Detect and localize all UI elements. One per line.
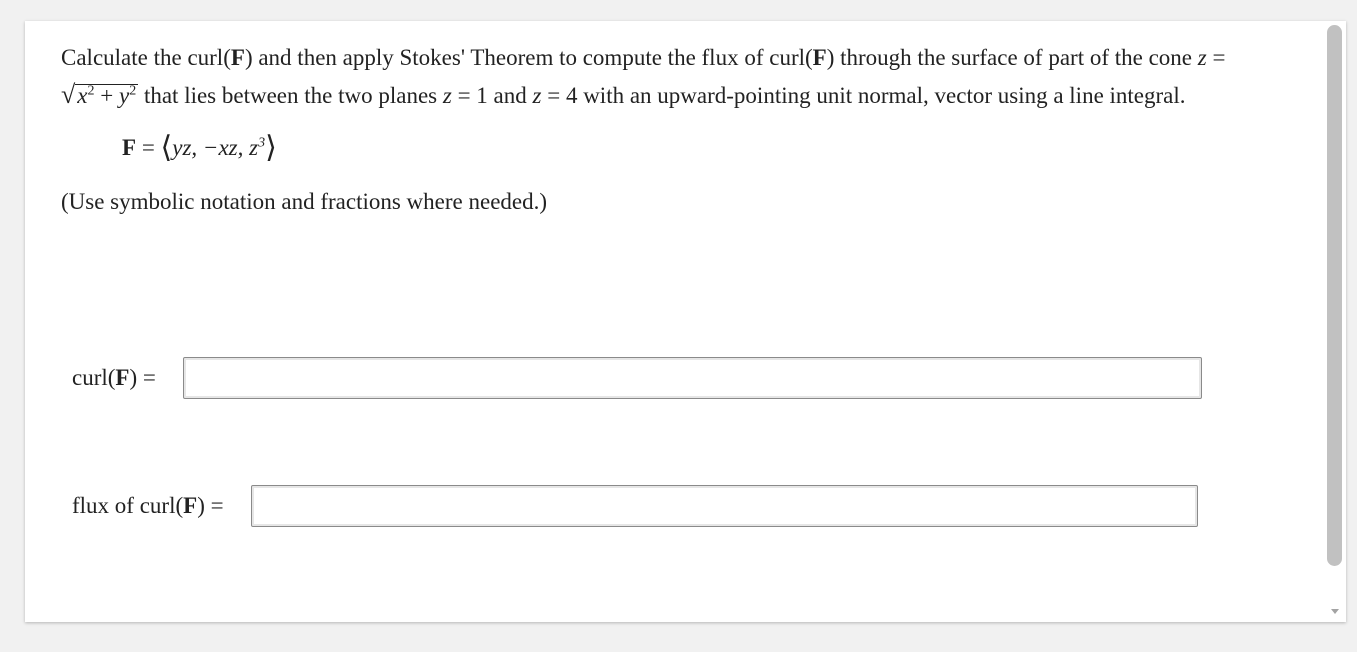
curl-label: curl(F) =: [72, 365, 156, 390]
flux-input[interactable]: [250, 485, 1198, 527]
flux-label: flux of curl(F) =: [72, 493, 224, 518]
curl-answer-row: curl(F) =: [72, 357, 1202, 399]
chevron-down-icon[interactable]: [1331, 609, 1339, 614]
scrollbar-thumb[interactable]: [1327, 25, 1342, 566]
curl-input[interactable]: [182, 357, 1202, 399]
problem-statement: Calculate the curl(F) and then apply Sto…: [61, 39, 1271, 114]
question-card: Calculate the curl(F) and then apply Sto…: [25, 21, 1346, 622]
sqrt-expression: √x2 + y2: [61, 80, 139, 109]
question-content: Calculate the curl(F) and then apply Sto…: [61, 39, 1271, 220]
sqrt-icon: √: [61, 80, 76, 109]
hint-text: (Use symbolic notation and fractions whe…: [61, 189, 548, 214]
flux-answer-row: flux of curl(F) =: [72, 485, 1198, 527]
vector-field-formula: F = ⟨yz, −xz, z3⟩: [122, 131, 277, 164]
vertical-scrollbar[interactable]: [1324, 21, 1346, 622]
